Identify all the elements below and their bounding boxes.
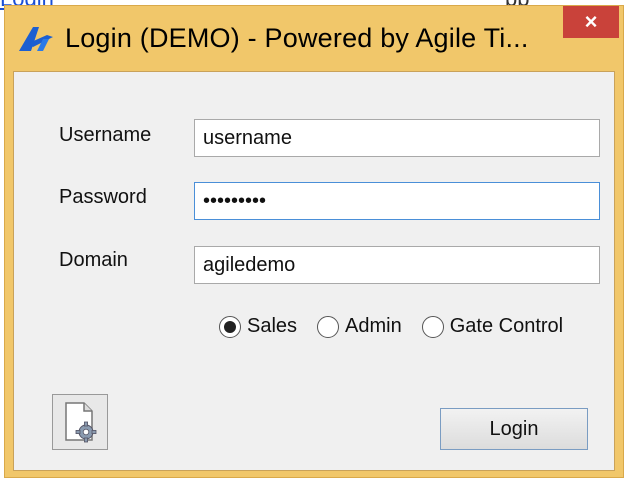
radio-label-admin: Admin [345,315,402,337]
domain-label: Domain [59,249,128,271]
login-button[interactable]: Login [440,408,588,450]
close-icon: × [584,9,598,34]
settings-button[interactable] [52,394,108,450]
radio-label-gate-control: Gate Control [449,315,564,337]
login-window: Login (DEMO) - Powered by Agile Ti... × … [4,5,624,478]
password-label: Password [59,186,147,208]
close-button[interactable]: × [563,6,619,38]
username-input[interactable] [194,119,600,157]
radio-button-admin[interactable] [317,315,340,338]
window-title: Login (DEMO) - Powered by Agile Ti... [65,23,529,53]
radio-option-admin[interactable]: Admin [317,315,402,338]
radio-button-sales[interactable] [219,315,241,338]
mode-radio-group: Sales Admin Gate Control [219,315,583,338]
domain-input[interactable] [194,246,600,284]
title-bar[interactable]: Login (DEMO) - Powered by Agile Ti... × [5,6,623,70]
login-form: Username Password Domain Sales Admin [13,71,615,471]
agile-logo-icon [19,27,53,51]
settings-document-gear-icon [65,402,97,443]
radio-button-gate-control[interactable] [421,315,444,338]
password-input[interactable] [194,182,600,220]
radio-selected-dot [224,320,236,333]
username-label: Username [59,124,152,146]
radio-option-gate-control[interactable]: Gate Control [421,315,564,338]
screen: Login pp Login (DEMO) - Powered by Agile… [0,0,630,483]
radio-label-sales: Sales [247,315,298,337]
radio-option-sales[interactable]: Sales [219,315,297,338]
